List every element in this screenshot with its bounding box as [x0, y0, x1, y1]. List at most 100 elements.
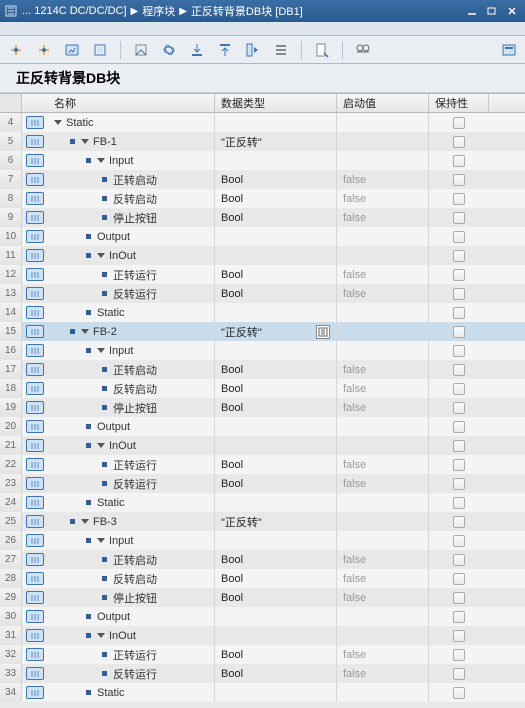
retain-checkbox[interactable]	[453, 459, 465, 471]
name-cell[interactable]: 停止按钮	[48, 208, 215, 227]
table-row[interactable]: 24Static	[0, 493, 525, 512]
retain-checkbox[interactable]	[453, 326, 465, 338]
start-value-cell[interactable]: false	[337, 645, 429, 664]
row-number[interactable]: 26	[0, 531, 22, 550]
expand-arrow-icon[interactable]	[81, 519, 89, 524]
tool-icon[interactable]	[353, 40, 373, 60]
type-picker-button[interactable]	[316, 325, 330, 339]
type-cell[interactable]: Bool	[215, 379, 337, 398]
row-number[interactable]: 27	[0, 550, 22, 569]
type-cell[interactable]	[215, 113, 337, 132]
table-row[interactable]: 17正转启动Boolfalse	[0, 360, 525, 379]
table-row[interactable]: 30Output	[0, 607, 525, 626]
start-value-cell[interactable]	[337, 493, 429, 512]
name-cell[interactable]: Output	[48, 417, 215, 436]
table-row[interactable]: 13反转运行Boolfalse	[0, 284, 525, 303]
table-row[interactable]: 9停止按钮Boolfalse	[0, 208, 525, 227]
start-value-cell[interactable]	[337, 607, 429, 626]
start-value-cell[interactable]: false	[337, 455, 429, 474]
tool-icon[interactable]	[6, 40, 26, 60]
row-number[interactable]: 25	[0, 512, 22, 531]
name-cell[interactable]: Static	[48, 683, 215, 702]
start-value-cell[interactable]: false	[337, 360, 429, 379]
name-cell[interactable]: FB-1	[48, 132, 215, 151]
row-number[interactable]: 19	[0, 398, 22, 417]
start-value-cell[interactable]	[337, 626, 429, 645]
name-cell[interactable]: 反转运行	[48, 284, 215, 303]
retain-checkbox[interactable]	[453, 155, 465, 167]
breadcrumb[interactable]: ... 1214C DC/DC/DC]	[22, 5, 127, 17]
row-number[interactable]: 15	[0, 322, 22, 341]
retain-checkbox[interactable]	[453, 250, 465, 262]
table-row[interactable]: 28反转启动Boolfalse	[0, 569, 525, 588]
tool-icon[interactable]	[271, 40, 291, 60]
row-number[interactable]: 9	[0, 208, 22, 227]
breadcrumb[interactable]: 程序块	[142, 3, 175, 19]
tool-icon[interactable]	[243, 40, 263, 60]
row-number[interactable]: 17	[0, 360, 22, 379]
type-cell[interactable]: Bool	[215, 588, 337, 607]
table-row[interactable]: 6Input	[0, 151, 525, 170]
start-value-cell[interactable]	[337, 531, 429, 550]
retain-checkbox[interactable]	[453, 288, 465, 300]
name-cell[interactable]: 停止按钮	[48, 398, 215, 417]
restore-button[interactable]	[483, 4, 501, 18]
column-header-type[interactable]: 数据类型	[215, 94, 337, 112]
start-value-cell[interactable]	[337, 303, 429, 322]
type-cell[interactable]	[215, 607, 337, 626]
name-cell[interactable]: Input	[48, 151, 215, 170]
start-value-cell[interactable]	[337, 341, 429, 360]
type-cell[interactable]: Bool	[215, 645, 337, 664]
start-value-cell[interactable]: false	[337, 398, 429, 417]
type-cell[interactable]	[215, 626, 337, 645]
name-cell[interactable]: 正转启动	[48, 170, 215, 189]
name-cell[interactable]: 停止按钮	[48, 588, 215, 607]
row-number[interactable]: 33	[0, 664, 22, 683]
minimize-button[interactable]	[463, 4, 481, 18]
type-cell[interactable]: Bool	[215, 455, 337, 474]
table-row[interactable]: 20 Output	[0, 417, 525, 436]
row-number[interactable]: 10	[0, 227, 22, 246]
start-value-cell[interactable]	[337, 113, 429, 132]
start-value-cell[interactable]	[337, 417, 429, 436]
expand-arrow-icon[interactable]	[97, 443, 105, 448]
type-cell[interactable]: Bool	[215, 170, 337, 189]
retain-checkbox[interactable]	[453, 212, 465, 224]
name-cell[interactable]: 正转运行	[48, 645, 215, 664]
retain-checkbox[interactable]	[453, 383, 465, 395]
start-value-cell[interactable]: false	[337, 569, 429, 588]
type-cell[interactable]: "正反转"	[215, 132, 337, 151]
row-number[interactable]: 20	[0, 417, 22, 436]
name-cell[interactable]: Output	[48, 227, 215, 246]
table-row[interactable]: 34Static	[0, 683, 525, 702]
row-number[interactable]: 30	[0, 607, 22, 626]
row-number[interactable]: 18	[0, 379, 22, 398]
start-value-cell[interactable]	[337, 436, 429, 455]
name-cell[interactable]: 反转启动	[48, 569, 215, 588]
row-number[interactable]: 32	[0, 645, 22, 664]
start-value-cell[interactable]	[337, 151, 429, 170]
column-header-start[interactable]: 启动值	[337, 94, 429, 112]
table-row[interactable]: 25FB-3"正反转"	[0, 512, 525, 531]
row-number[interactable]: 7	[0, 170, 22, 189]
type-cell[interactable]: Bool	[215, 265, 337, 284]
row-number[interactable]: 28	[0, 569, 22, 588]
table-row[interactable]: 8反转启动Boolfalse	[0, 189, 525, 208]
name-cell[interactable]: 正转启动	[48, 360, 215, 379]
type-cell[interactable]	[215, 227, 337, 246]
start-value-cell[interactable]	[337, 683, 429, 702]
retain-checkbox[interactable]	[453, 535, 465, 547]
retain-checkbox[interactable]	[453, 136, 465, 148]
type-cell[interactable]: "正反转"	[215, 512, 337, 531]
row-number[interactable]: 22	[0, 455, 22, 474]
table-row[interactable]: 33反转运行Boolfalse	[0, 664, 525, 683]
start-value-cell[interactable]	[337, 132, 429, 151]
expand-arrow-icon[interactable]	[81, 329, 89, 334]
type-cell[interactable]	[215, 246, 337, 265]
table-row[interactable]: 14Static	[0, 303, 525, 322]
tool-icon[interactable]	[499, 40, 519, 60]
table-row[interactable]: 5FB-1"正反转"	[0, 132, 525, 151]
retain-checkbox[interactable]	[453, 592, 465, 604]
table-row[interactable]: 26Input	[0, 531, 525, 550]
table-row[interactable]: 11InOut	[0, 246, 525, 265]
